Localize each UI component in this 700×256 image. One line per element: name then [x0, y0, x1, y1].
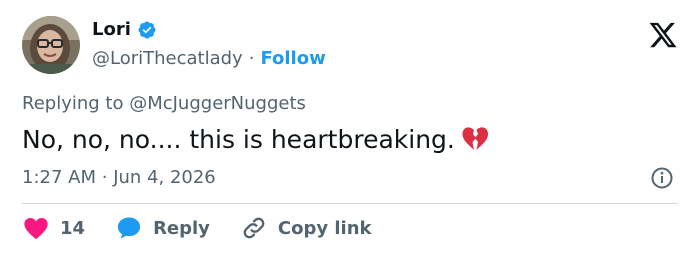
follow-button[interactable]: Follow	[260, 48, 325, 69]
like-count: 14	[60, 217, 86, 239]
reply-button[interactable]: Reply	[115, 214, 210, 242]
speech-bubble-icon	[115, 214, 143, 242]
timestamp-time: 1:27 AM	[22, 167, 96, 188]
timestamp-date: Jun 4, 2026	[113, 167, 216, 188]
action-bar: 14 Reply Copy link	[22, 214, 372, 242]
handle-separator: ·	[248, 48, 255, 69]
info-icon[interactable]	[650, 166, 674, 190]
like-button[interactable]: 14	[22, 214, 85, 242]
heart-icon	[22, 214, 50, 242]
author-name[interactable]: Lori	[92, 19, 131, 40]
author-handle[interactable]: @LoriThecatlady	[92, 48, 243, 69]
author-name-row: Lori	[92, 19, 157, 40]
author-handle-row: @LoriThecatlady · Follow	[92, 48, 326, 69]
reply-context[interactable]: Replying to @McJuggerNuggets	[22, 93, 306, 114]
x-logo-icon[interactable]	[648, 20, 678, 50]
tweet-body: No, no, no.... this is heartbreaking.	[22, 124, 455, 154]
avatar[interactable]	[22, 16, 80, 74]
tweet-card: Lori @LoriThecatlady · Follow Replying t…	[0, 0, 700, 256]
reply-label: Reply	[153, 217, 210, 239]
broken-heart-icon	[459, 123, 491, 155]
link-icon	[240, 214, 268, 242]
verified-badge-icon	[137, 20, 157, 40]
copy-link-button[interactable]: Copy link	[240, 214, 372, 242]
timestamp-separator: ·	[101, 167, 108, 188]
timestamp[interactable]: 1:27 AM · Jun 4, 2026	[22, 167, 216, 188]
divider	[22, 203, 678, 204]
copy-link-label: Copy link	[277, 217, 372, 239]
tweet-text: No, no, no.... this is heartbreaking.	[22, 123, 491, 155]
